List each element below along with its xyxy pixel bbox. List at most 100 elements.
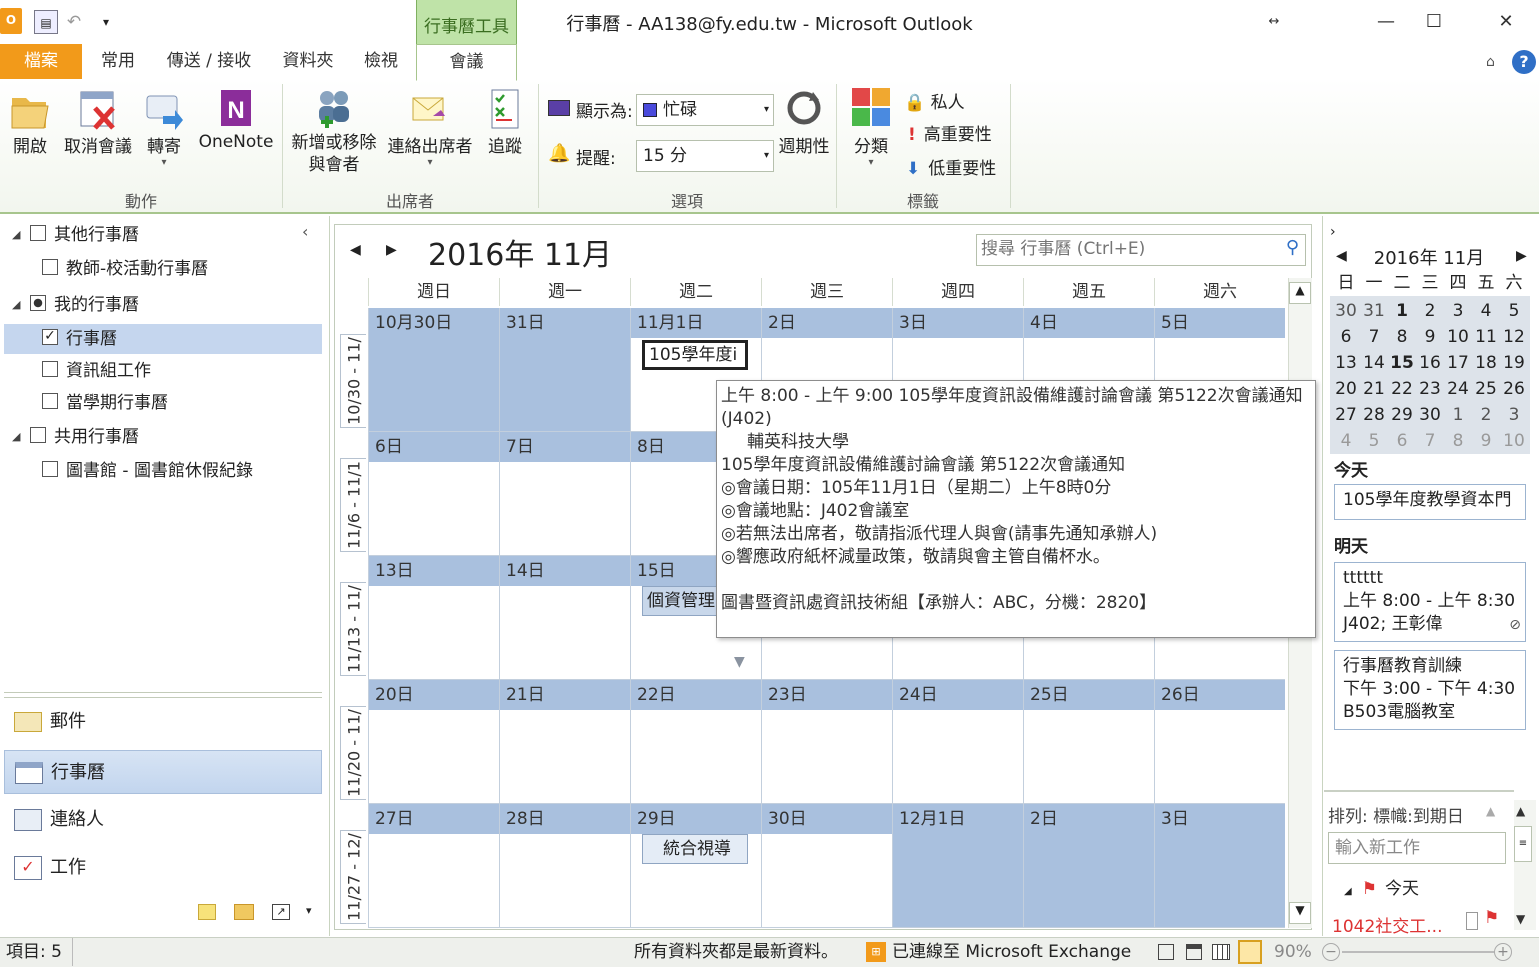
- minical-day[interactable]: 8: [1444, 428, 1472, 454]
- folder-teacher[interactable]: 教師-校活動行事曆: [0, 254, 322, 284]
- folder-group-mine[interactable]: ◢ 我的行事曆: [0, 290, 322, 320]
- day-cell[interactable]: 26日: [1154, 680, 1285, 804]
- scroll-down-button[interactable]: ▼: [1289, 902, 1311, 924]
- sort-arrow-icon[interactable]: ▲: [1486, 804, 1495, 818]
- task-scroll-thumb[interactable]: ≡: [1514, 826, 1532, 862]
- day-cell[interactable]: 14日: [499, 556, 630, 680]
- minical-day[interactable]: 13: [1332, 350, 1360, 376]
- todo-today-item[interactable]: 105學年度教學資本門: [1334, 484, 1526, 520]
- folder-list-icon[interactable]: [234, 904, 254, 920]
- day-cell[interactable]: 2日: [1023, 804, 1154, 928]
- day-cell[interactable]: 3日: [1154, 804, 1285, 928]
- minical-day[interactable]: 18: [1472, 350, 1500, 376]
- minical-day[interactable]: 25: [1472, 376, 1500, 402]
- minical-day[interactable]: 17: [1444, 350, 1472, 376]
- tab-folder[interactable]: 資料夾: [272, 44, 344, 80]
- day-cell[interactable]: 31日: [499, 308, 630, 432]
- restore-icon[interactable]: ↔: [1254, 8, 1294, 36]
- categorize-button[interactable]: 分類 ▾: [846, 86, 896, 168]
- scroll-up-button[interactable]: ▲: [1289, 282, 1311, 304]
- week-label[interactable]: 11/13 - 11/: [340, 582, 366, 676]
- open-button[interactable]: 開啟: [4, 86, 56, 157]
- tab-send-receive[interactable]: 傳送 / 接收: [156, 44, 262, 80]
- checkbox[interactable]: [42, 361, 58, 377]
- zoom-slider[interactable]: [1342, 951, 1494, 953]
- minical-day[interactable]: 12: [1500, 324, 1528, 350]
- minical-day[interactable]: 30: [1416, 402, 1444, 428]
- notes-icon[interactable]: [198, 904, 216, 920]
- minical-day[interactable]: 28: [1360, 402, 1388, 428]
- minical-day[interactable]: 9: [1416, 324, 1444, 350]
- minical-day[interactable]: 4: [1472, 298, 1500, 324]
- minical-day[interactable]: 5: [1500, 298, 1528, 324]
- minical-day[interactable]: 16: [1416, 350, 1444, 376]
- appointment-nov29[interactable]: 統合視導: [642, 834, 748, 864]
- minical-day[interactable]: 9: [1472, 428, 1500, 454]
- checkbox-partial[interactable]: [30, 295, 46, 311]
- minical-day[interactable]: 27: [1332, 402, 1360, 428]
- week-label[interactable]: 11/6 - 11/1: [340, 458, 366, 552]
- tab-view[interactable]: 檢視: [352, 44, 410, 80]
- week-label[interactable]: 10/30 - 11/: [340, 334, 366, 428]
- minical-day[interactable]: 15: [1388, 350, 1416, 376]
- expand-todo-icon[interactable]: ›: [1330, 224, 1336, 240]
- show-as-select[interactable]: 忙碌 ▾: [636, 94, 774, 126]
- appointment-nov1[interactable]: 105學年度i: [642, 340, 748, 370]
- minical-day[interactable]: 14: [1360, 350, 1388, 376]
- nav-mail[interactable]: 郵件: [4, 700, 322, 744]
- minical-day[interactable]: 6: [1388, 428, 1416, 454]
- checkbox[interactable]: [42, 393, 58, 409]
- pane-splitter[interactable]: [4, 692, 322, 698]
- tab-file[interactable]: 檔案: [0, 44, 82, 80]
- folder-info[interactable]: 資訊組工作: [0, 356, 322, 386]
- day-cell[interactable]: 10月30日: [368, 308, 499, 432]
- day-cell[interactable]: 6日: [368, 432, 499, 556]
- day-cell[interactable]: 24日: [892, 680, 1023, 804]
- minical-day[interactable]: 29: [1388, 402, 1416, 428]
- private-button[interactable]: 🔒 私人: [904, 90, 965, 116]
- day-cell[interactable]: 25日: [1023, 680, 1154, 804]
- search-input[interactable]: [977, 235, 1267, 263]
- todo-tomorrow-item-2[interactable]: 行事曆教育訓練 下午 3:00 - 下午 4:30 B503電腦教室: [1334, 650, 1526, 730]
- task-flag-icon[interactable]: ⚑: [1484, 908, 1499, 928]
- zoom-out-button[interactable]: −: [1322, 943, 1340, 961]
- minical-day[interactable]: 4: [1332, 428, 1360, 454]
- search-icon[interactable]: ⚲: [1286, 237, 1299, 258]
- folder-calendar[interactable]: ✓ 行事曆: [4, 324, 322, 354]
- day-cell[interactable]: 21日: [499, 680, 630, 804]
- nav-tasks[interactable]: ✓ 工作: [4, 846, 322, 890]
- reminder-select[interactable]: 15 分 ▾: [636, 140, 774, 172]
- minical-day[interactable]: 3: [1500, 402, 1528, 428]
- minical-day[interactable]: 20: [1332, 376, 1360, 402]
- low-importance-button[interactable]: ⬇ 低重要性: [904, 156, 996, 182]
- minical-day[interactable]: 3: [1444, 298, 1472, 324]
- outlook-app-icon[interactable]: O: [0, 8, 22, 34]
- checkbox[interactable]: [30, 427, 46, 443]
- minical-day[interactable]: 22: [1388, 376, 1416, 402]
- minical-day[interactable]: 1: [1444, 402, 1472, 428]
- day-cell[interactable]: 20日: [368, 680, 499, 804]
- checkbox-checked[interactable]: ✓: [42, 329, 58, 345]
- shortcuts-icon[interactable]: ↗: [272, 904, 290, 920]
- customize-qat-icon[interactable]: ▾: [94, 10, 118, 34]
- zoom-in-button[interactable]: +: [1494, 943, 1512, 961]
- day-cell[interactable]: 30日: [761, 804, 892, 928]
- day-cell[interactable]: 22日: [630, 680, 761, 804]
- day-cell[interactable]: 7日: [499, 432, 630, 556]
- minical-day[interactable]: 7: [1360, 324, 1388, 350]
- day-cell[interactable]: 28日: [499, 804, 630, 928]
- help-icon[interactable]: ?: [1512, 50, 1536, 74]
- minical-day[interactable]: 10: [1500, 428, 1528, 454]
- minical-day[interactable]: 26: [1500, 376, 1528, 402]
- nav-contacts[interactable]: 連絡人: [4, 798, 322, 842]
- minical-day[interactable]: 10: [1444, 324, 1472, 350]
- minical-day[interactable]: 31: [1360, 298, 1388, 324]
- collapse-ribbon-icon[interactable]: ⌂: [1486, 54, 1495, 70]
- minical-day[interactable]: 21: [1360, 376, 1388, 402]
- folder-library[interactable]: 圖書館 - 圖書館休假紀錄: [0, 456, 322, 486]
- task-group-today[interactable]: ◢ ⚑ 今天: [1344, 878, 1419, 903]
- view-grid-icon[interactable]: [1212, 944, 1230, 960]
- todo-splitter[interactable]: [1324, 790, 1514, 792]
- add-remove-attendees-button[interactable]: 新增或移除 與會者: [286, 86, 382, 176]
- minical-day[interactable]: 7: [1416, 428, 1444, 454]
